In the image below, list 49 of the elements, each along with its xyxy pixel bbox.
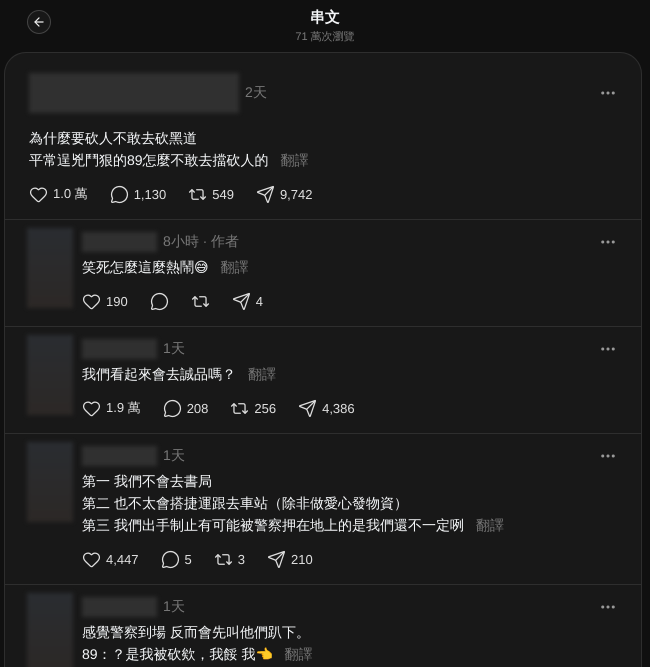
like-button[interactable]: 1.0 萬 [29,184,88,204]
comment-icon [160,550,180,568]
reply-button[interactable]: 208 [162,398,208,418]
repost-button[interactable]: 549 [188,184,234,204]
post-time: 2天 [245,84,267,102]
comment-icon [150,292,169,310]
heart-icon [82,398,101,418]
post-text: 第二 也不太會搭捷運跟去車站（除非做愛心發物資） [82,494,408,513]
post-time: 1天 [163,447,185,465]
heart-icon [29,184,48,204]
post-text: 第三 我們出手制止有可能被警察押在地上的是我們還不一定咧 [82,516,464,535]
translate-link[interactable]: 翻譯 [220,256,249,278]
post-time: 1天 [163,340,185,358]
share-button[interactable]: 4,386 [298,398,355,418]
translate-link[interactable]: 翻譯 [280,149,309,171]
share-button[interactable]: 4 [232,292,263,310]
reply-button[interactable]: 1,130 [110,184,166,204]
like-button[interactable]: 190 [82,292,128,310]
post-text: 89：？是我被砍欸，我餒 我👈 [82,645,272,664]
post-time: 1天 [163,598,185,616]
comment-icon [110,184,129,204]
share-button[interactable]: 9,742 [256,184,312,204]
post-text: 為什麼要砍人不敢去砍黑道 [29,129,197,148]
send-icon [232,292,251,310]
repost-button[interactable]: 3 [214,550,246,568]
page-title: 串文 [310,8,340,27]
reply-button[interactable] [150,292,169,310]
send-icon [256,184,275,204]
back-button[interactable] [27,10,51,34]
post-text: 感覺警察到場 反而會先叫他們趴下。 [82,623,310,642]
repost-button[interactable]: 256 [230,398,276,418]
post-text: 平常逞兇鬥狠的89怎麼不敢去擋砍人的 [29,151,269,170]
translate-link[interactable]: 翻譯 [248,363,276,385]
post-text: 我們看起來會去誠品嗎？ [82,365,236,384]
post-time: 8小時 · 作者 [163,233,240,251]
post-text: 第一 我們不會去書局 [82,472,212,491]
translate-link[interactable]: 翻譯 [284,643,312,665]
view-count: 71 萬次瀏覽 [295,30,355,44]
like-button[interactable]: 1.9 萬 [82,398,141,418]
reply-button[interactable]: 5 [160,550,192,568]
send-icon [298,398,318,418]
heart-icon [82,550,101,568]
like-button[interactable]: 4,447 [82,550,139,568]
comment-icon [162,398,182,418]
send-icon [267,550,286,568]
share-button[interactable]: 210 [267,550,313,568]
post-text: 笑死怎麼這麼熱鬧😅 [82,258,209,277]
translate-link[interactable]: 翻譯 [476,514,504,536]
heart-icon [82,292,101,310]
